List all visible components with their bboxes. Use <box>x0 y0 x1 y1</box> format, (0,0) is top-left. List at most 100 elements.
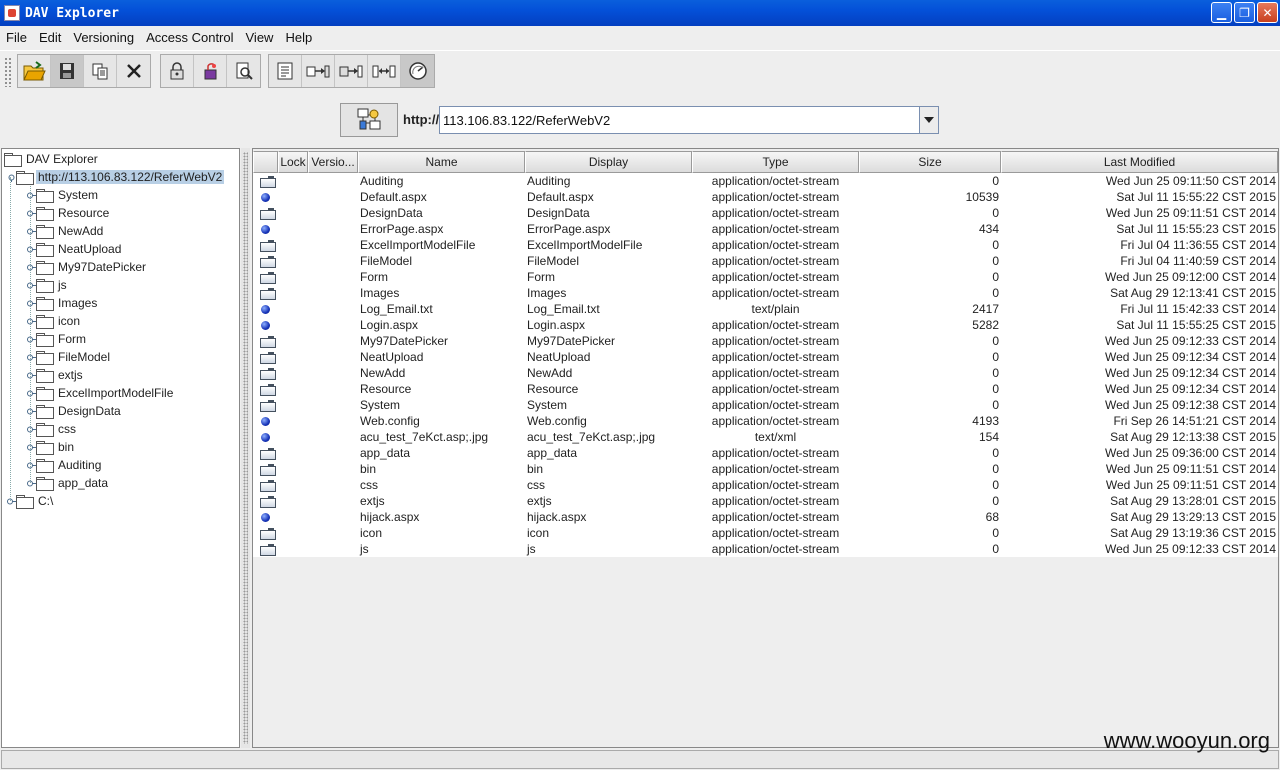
column-header-last-modified[interactable]: Last Modified <box>1001 151 1278 173</box>
tree-collapsed-icon[interactable] <box>26 208 36 218</box>
table-row[interactable]: ErrorPage.aspx ErrorPage.aspx application/… <box>253 221 1278 237</box>
tree-node-app_data[interactable]: app_data <box>26 474 110 492</box>
unlock-icon[interactable] <box>194 55 227 87</box>
table-row[interactable]: My97DatePicker My97DatePicker application/… <box>253 333 1278 349</box>
tree-collapsed-icon[interactable] <box>26 280 36 290</box>
version-checkin-icon[interactable] <box>335 55 368 87</box>
open-folder-icon[interactable] <box>18 55 51 87</box>
tree-node-images[interactable]: Images <box>26 294 99 312</box>
table-row[interactable]: Form Form application/octet-stream 0 Wed Jun… <box>253 269 1278 285</box>
menu-access-control[interactable]: Access Control <box>140 30 239 45</box>
tree-node-designdata[interactable]: DesignData <box>26 402 123 420</box>
tree-node-newadd[interactable]: NewAdd <box>26 222 105 240</box>
tree-node-system[interactable]: System <box>26 186 100 204</box>
tree-expanded-icon[interactable] <box>6 172 16 182</box>
tree-node-label: http://113.106.83.122/ReferWebV2 <box>36 170 225 184</box>
table-row[interactable]: ExcelImportModelFile ExcelImportModelFile… <box>253 237 1278 253</box>
minimize-icon[interactable]: ▁ <box>1211 2 1232 23</box>
column-header-type[interactable]: Type <box>692 151 859 173</box>
tree-node-form[interactable]: Form <box>26 330 88 348</box>
tree-node-host[interactable]: http://113.106.83.122/ReferWebV2 <box>6 168 225 186</box>
properties-icon[interactable] <box>269 55 302 87</box>
delete-icon[interactable] <box>117 55 150 87</box>
column-header-name[interactable]: Name <box>358 151 525 173</box>
tree-collapsed-icon[interactable] <box>26 334 36 344</box>
tree-collapsed-icon[interactable] <box>26 406 36 416</box>
tree-node-extjs[interactable]: extjs <box>26 366 85 384</box>
tree-collapsed-icon[interactable] <box>26 370 36 380</box>
table-row[interactable]: Log_Email.txt Log_Email.txt text/plain 2417… <box>253 301 1278 317</box>
connect-icon[interactable] <box>340 103 398 137</box>
menu-file[interactable]: File <box>0 30 33 45</box>
refresh-icon[interactable] <box>401 55 434 87</box>
tree-node-drive[interactable]: C:\ <box>6 492 55 510</box>
menu-view[interactable]: View <box>240 30 280 45</box>
table-row[interactable]: Web.config Web.config application/octet-st… <box>253 413 1278 429</box>
table-row[interactable]: DesignData DesignData application/octet-st… <box>253 205 1278 221</box>
tree-node-filemodel[interactable]: FileModel <box>26 348 112 366</box>
tree-collapsed-icon[interactable] <box>26 298 36 308</box>
tree-collapsed-icon[interactable] <box>26 460 36 470</box>
table-row[interactable]: hijack.aspx hijack.aspx application/octet-… <box>253 509 1278 525</box>
tree-node-neatupload[interactable]: NeatUpload <box>26 240 123 258</box>
cell-size: 0 <box>992 478 999 492</box>
tree-collapsed-icon[interactable] <box>26 244 36 254</box>
table-row[interactable]: js js application/octet-stream 0 Wed Jun 25 … <box>253 541 1278 557</box>
lock-icon[interactable] <box>161 55 194 87</box>
chevron-down-icon[interactable] <box>919 107 938 133</box>
column-header-display[interactable]: Display <box>525 151 692 173</box>
table-row[interactable]: css css application/octet-stream 0 Wed Jun 2… <box>253 477 1278 493</box>
table-row[interactable]: Auditing Auditing application/octet-stream… <box>253 173 1278 189</box>
column-header-lock[interactable]: Lock <box>278 151 308 173</box>
menu-edit[interactable]: Edit <box>33 30 67 45</box>
tree-collapsed-icon[interactable] <box>26 478 36 488</box>
table-row[interactable]: NeatUpload NeatUpload application/octet-st… <box>253 349 1278 365</box>
version-compare-icon[interactable] <box>368 55 401 87</box>
table-row[interactable]: System System application/octet-stream 0 Wed… <box>253 397 1278 413</box>
cell-name: Images <box>360 286 400 300</box>
table-row[interactable]: Login.aspx Login.aspx application/octet-st… <box>253 317 1278 333</box>
table-row[interactable]: extjs extjs application/octet-stream 0 Sat A… <box>253 493 1278 509</box>
table-row[interactable]: bin bin application/octet-stream 0 Wed Jun 2… <box>253 461 1278 477</box>
tree-node-resource[interactable]: Resource <box>26 204 111 222</box>
table-row[interactable]: acu_test_7eKct.asp;.jpg acu_test_7eKct.as… <box>253 429 1278 445</box>
menu-help[interactable]: Help <box>279 30 318 45</box>
column-header-size[interactable]: Size <box>859 151 1001 173</box>
table-row[interactable]: icon icon application/octet-stream 0 Sat Aug… <box>253 525 1278 541</box>
tree-node-css[interactable]: css <box>26 420 78 438</box>
tree-collapsed-icon[interactable] <box>26 190 36 200</box>
column-header-icon[interactable] <box>253 151 278 173</box>
table-row[interactable]: NewAdd NewAdd application/octet-stream 0 Wed… <box>253 365 1278 381</box>
split-pane-divider[interactable] <box>241 148 250 748</box>
version-checkout-icon[interactable] <box>302 55 335 87</box>
tree-collapsed-icon[interactable] <box>26 442 36 452</box>
table-row[interactable]: app_data app_data application/octet-stream… <box>253 445 1278 461</box>
menu-versioning[interactable]: Versioning <box>67 30 140 45</box>
column-header-version[interactable]: Versio... <box>308 151 358 173</box>
tree-node-js[interactable]: js <box>26 276 69 294</box>
table-row[interactable]: FileModel FileModel application/octet-stre… <box>253 253 1278 269</box>
tree-node-bin[interactable]: bin <box>26 438 76 456</box>
tree-node-icon[interactable]: icon <box>26 312 82 330</box>
close-icon[interactable]: ✕ <box>1257 2 1278 23</box>
tree-collapsed-icon[interactable] <box>26 424 36 434</box>
save-icon[interactable] <box>51 55 84 87</box>
tree-collapsed-icon[interactable] <box>6 496 16 506</box>
toolbar-grip[interactable] <box>4 57 12 87</box>
tree-node-root[interactable]: DAV Explorer <box>4 150 100 168</box>
url-input[interactable] <box>440 107 920 133</box>
tree-collapsed-icon[interactable] <box>26 262 36 272</box>
tree-collapsed-icon[interactable] <box>26 388 36 398</box>
tree-node-auditing[interactable]: Auditing <box>26 456 103 474</box>
tree-node-excelimportmodelfile[interactable]: ExcelImportModelFile <box>26 384 175 402</box>
maximize-icon[interactable]: ❐ <box>1234 2 1255 23</box>
table-row[interactable]: Resource Resource application/octet-stream… <box>253 381 1278 397</box>
table-row[interactable]: Images Images application/octet-stream 0 Sat… <box>253 285 1278 301</box>
tree-collapsed-icon[interactable] <box>26 352 36 362</box>
copy-icon[interactable] <box>84 55 117 87</box>
tree-collapsed-icon[interactable] <box>26 226 36 236</box>
table-row[interactable]: Default.aspx Default.aspx application/octe… <box>253 189 1278 205</box>
tree-collapsed-icon[interactable] <box>26 316 36 326</box>
view-icon[interactable] <box>227 55 260 87</box>
tree-node-my97datepicker[interactable]: My97DatePicker <box>26 258 148 276</box>
